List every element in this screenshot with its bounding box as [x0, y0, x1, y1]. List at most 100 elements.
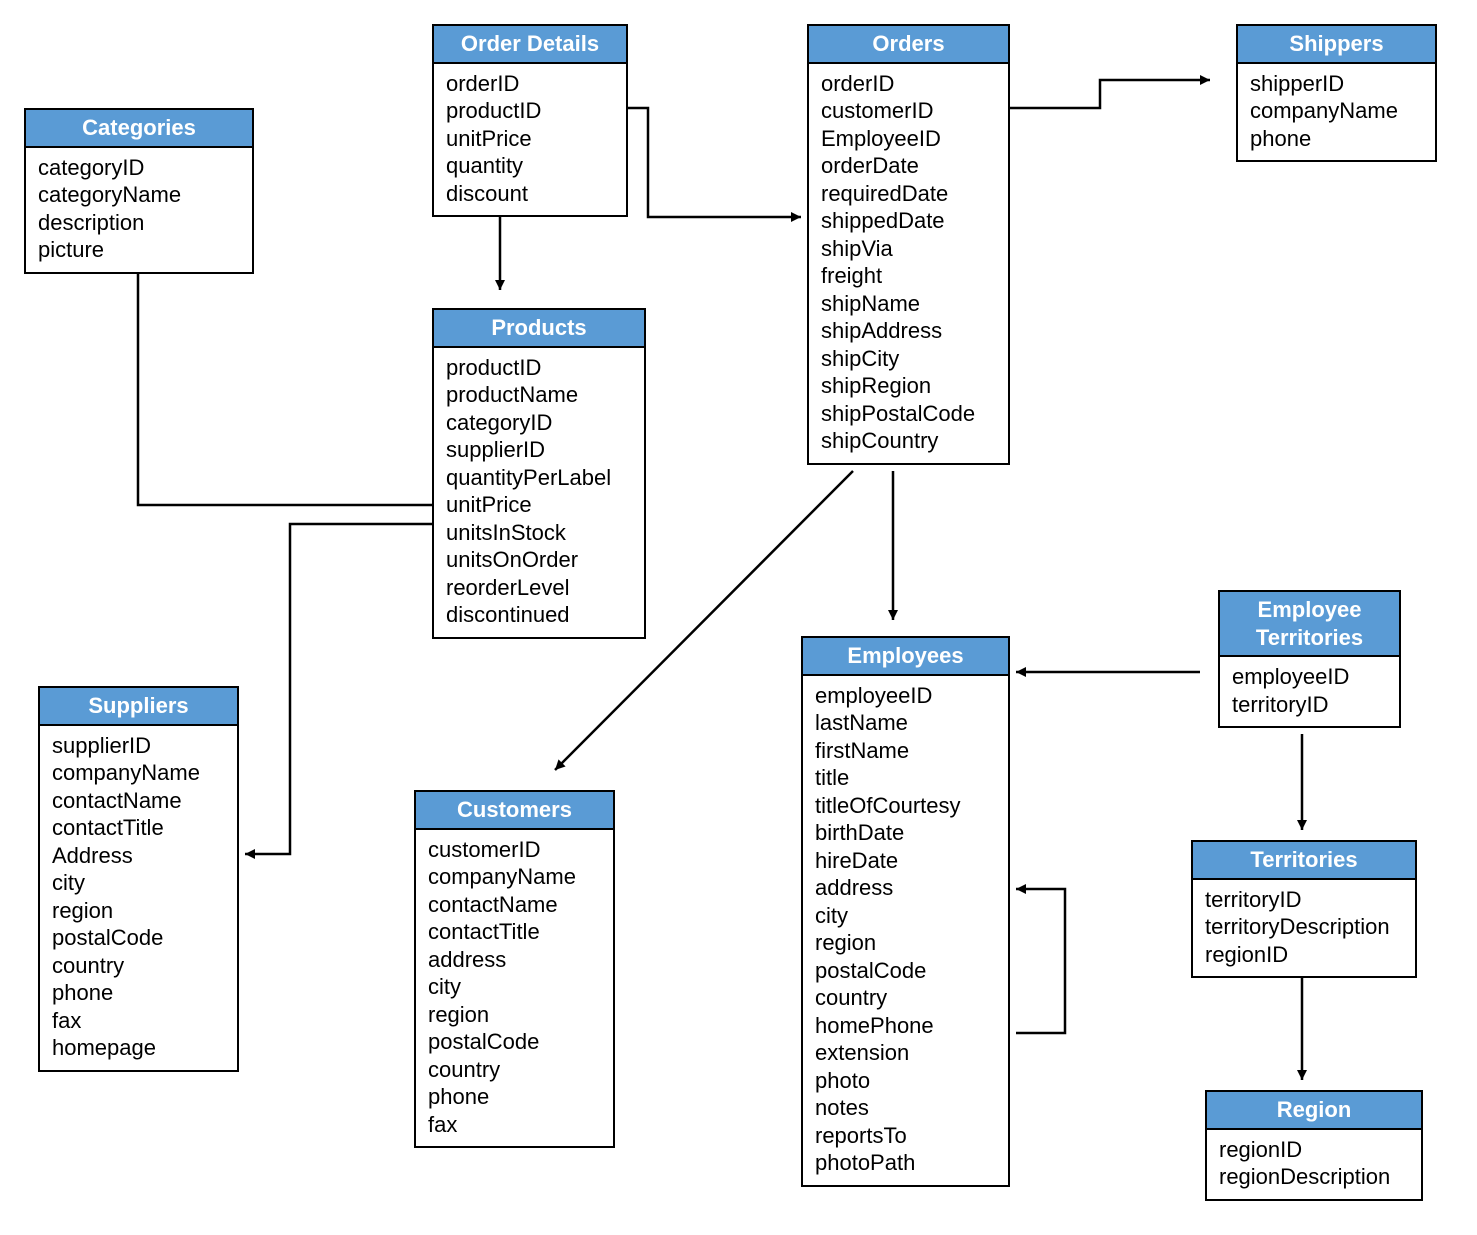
- field-row: region: [428, 1001, 603, 1029]
- field-row: reorderLevel: [446, 574, 634, 602]
- field-row: categoryID: [38, 154, 242, 182]
- field-row: orderID: [821, 70, 998, 98]
- field-row: picture: [38, 236, 242, 264]
- field-row: titleOfCourtesy: [815, 792, 998, 820]
- field-row: orderID: [446, 70, 616, 98]
- table-region-body: regionIDregionDescription: [1207, 1130, 1421, 1199]
- field-row: phone: [428, 1083, 603, 1111]
- field-row: freight: [821, 262, 998, 290]
- field-row: city: [52, 869, 227, 897]
- field-row: regionID: [1219, 1136, 1411, 1164]
- table-order-details-body: orderIDproductIDunitPricequantitydiscoun…: [434, 64, 626, 216]
- field-row: fax: [52, 1007, 227, 1035]
- table-categories-body: categoryIDcategoryNamedescriptionpicture: [26, 148, 252, 272]
- field-row: territoryID: [1232, 691, 1389, 719]
- field-row: address: [815, 874, 998, 902]
- table-suppliers-header: Suppliers: [40, 688, 237, 726]
- table-shippers-header: Shippers: [1238, 26, 1435, 64]
- er-diagram-canvas: Categories categoryIDcategoryNamedescrip…: [0, 0, 1477, 1235]
- field-row: companyName: [1250, 97, 1425, 125]
- field-row: region: [815, 929, 998, 957]
- table-employee-territories: Employee Territories employeeIDterritory…: [1218, 590, 1401, 728]
- field-row: quantityPerLabel: [446, 464, 634, 492]
- table-suppliers: Suppliers supplierIDcompanyNamecontactNa…: [38, 686, 239, 1072]
- field-row: supplierID: [52, 732, 227, 760]
- table-territories-body: territoryIDterritoryDescriptionregionID: [1193, 880, 1415, 977]
- table-order-details: Order Details orderIDproductIDunitPriceq…: [432, 24, 628, 217]
- field-row: postalCode: [815, 957, 998, 985]
- table-products-body: productIDproductNamecategoryIDsupplierID…: [434, 348, 644, 637]
- table-employees: Employees employeeIDlastNamefirstName tit…: [801, 636, 1010, 1187]
- field-row: country: [52, 952, 227, 980]
- table-orders-header: Orders: [809, 26, 1008, 64]
- table-territories: Territories territoryIDterritoryDescript…: [1191, 840, 1417, 978]
- connector-orders-to-shippers: [1010, 80, 1210, 108]
- field-row: region: [52, 897, 227, 925]
- field-row: photoPath: [815, 1149, 998, 1177]
- field-row: hireDate: [815, 847, 998, 875]
- field-row: regionDescription: [1219, 1163, 1411, 1191]
- field-row: customerID: [821, 97, 998, 125]
- table-categories-header: Categories: [26, 110, 252, 148]
- field-row: phone: [52, 979, 227, 1007]
- table-employee-territories-header: Employee Territories: [1220, 592, 1399, 657]
- field-row: firstName: [815, 737, 998, 765]
- field-row: postalCode: [52, 924, 227, 952]
- field-row: description: [38, 209, 242, 237]
- field-row: shipName: [821, 290, 998, 318]
- field-row: categoryID: [446, 409, 634, 437]
- field-row: reportsTo: [815, 1122, 998, 1150]
- field-row: regionID: [1205, 941, 1405, 969]
- field-row: employeeID: [815, 682, 998, 710]
- field-row: extension: [815, 1039, 998, 1067]
- field-row: birthDate: [815, 819, 998, 847]
- field-row: quantity: [446, 152, 616, 180]
- field-row: employeeID: [1232, 663, 1389, 691]
- field-row: discontinued: [446, 601, 634, 629]
- table-shippers: Shippers shipperIDcompanyNamephone: [1236, 24, 1437, 162]
- field-row: shipCountry: [821, 427, 998, 455]
- connector-employees-self: [1016, 889, 1065, 1033]
- field-row: notes: [815, 1094, 998, 1122]
- field-row: phone: [1250, 125, 1425, 153]
- connector-products-to-suppliers: [245, 524, 432, 854]
- field-row: shipperID: [1250, 70, 1425, 98]
- field-row: Address: [52, 842, 227, 870]
- table-customers: Customers customerIDcompanyNamecontactNa…: [414, 790, 615, 1148]
- field-row: shippedDate: [821, 207, 998, 235]
- table-customers-body: customerIDcompanyNamecontactNamecontactT…: [416, 830, 613, 1147]
- field-row: companyName: [428, 863, 603, 891]
- field-row: photo: [815, 1067, 998, 1095]
- field-row: contactTitle: [52, 814, 227, 842]
- field-row: territoryID: [1205, 886, 1405, 914]
- field-row: postalCode: [428, 1028, 603, 1056]
- table-region: Region regionIDregionDescription: [1205, 1090, 1423, 1201]
- field-row: contactName: [52, 787, 227, 815]
- field-row: unitsInStock: [446, 519, 634, 547]
- field-row: city: [428, 973, 603, 1001]
- field-row: productID: [446, 354, 634, 382]
- field-row: unitPrice: [446, 125, 616, 153]
- field-row: unitPrice: [446, 491, 634, 519]
- field-row: shipPostalCode: [821, 400, 998, 428]
- field-row: productName: [446, 381, 634, 409]
- field-row: EmployeeID: [821, 125, 998, 153]
- field-row: contactName: [428, 891, 603, 919]
- field-row: lastName: [815, 709, 998, 737]
- field-row: shipAddress: [821, 317, 998, 345]
- table-employee-territories-body: employeeIDterritoryID: [1220, 657, 1399, 726]
- table-shippers-body: shipperIDcompanyNamephone: [1238, 64, 1435, 161]
- field-row: address: [428, 946, 603, 974]
- field-row: productID: [446, 97, 616, 125]
- field-row: fax: [428, 1111, 603, 1139]
- table-suppliers-body: supplierIDcompanyNamecontactNamecontactT…: [40, 726, 237, 1070]
- field-row: customerID: [428, 836, 603, 864]
- field-row: homePhone: [815, 1012, 998, 1040]
- table-region-header: Region: [1207, 1092, 1421, 1130]
- table-orders: Orders orderIDcustomerIDEmployeeIDorderD…: [807, 24, 1010, 465]
- table-products-header: Products: [434, 310, 644, 348]
- table-customers-header: Customers: [416, 792, 613, 830]
- table-employees-header: Employees: [803, 638, 1008, 676]
- field-row: city: [815, 902, 998, 930]
- field-row: companyName: [52, 759, 227, 787]
